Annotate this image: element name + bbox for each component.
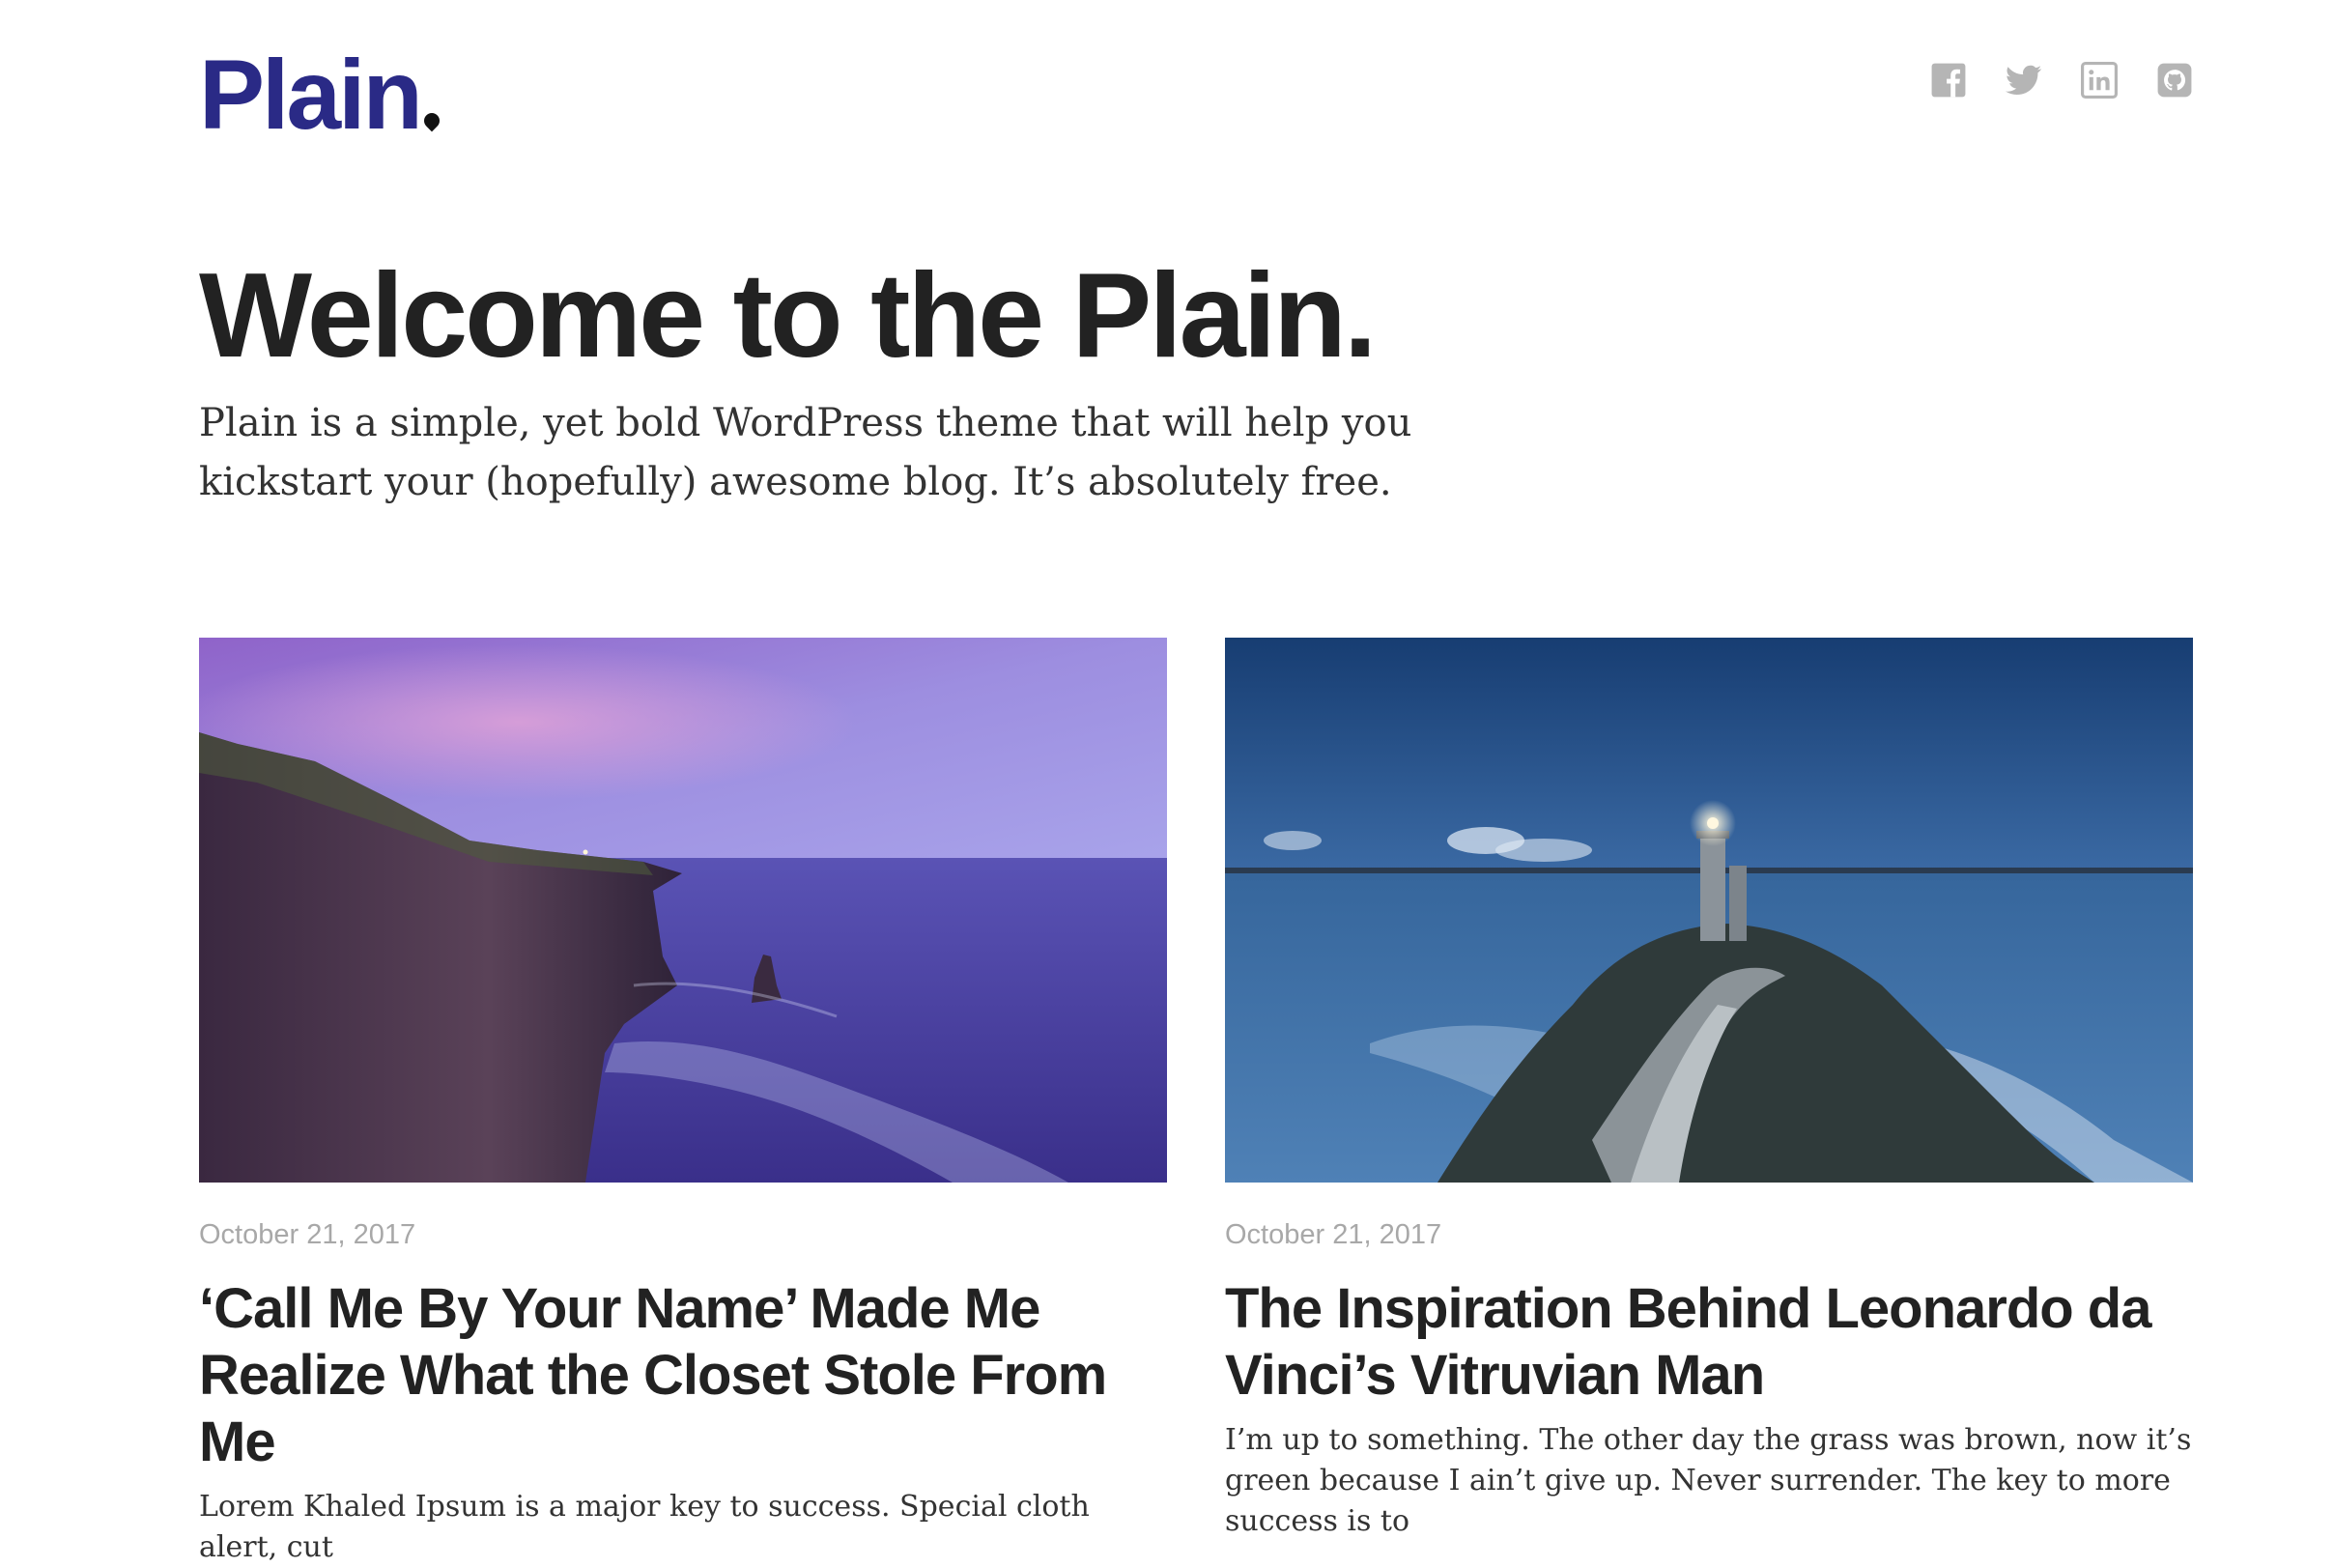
post-card: October 21, 2017 The Inspiration Behind … [1225,638,2193,1568]
social-links [1930,62,2193,99]
post-thumbnail-lighthouse[interactable] [1225,638,2193,1183]
post-date: October 21, 2017 [199,1219,416,1250]
post-date: October 21, 2017 [1225,1219,1442,1250]
site-header: Plain [199,45,2193,144]
facebook-icon [1931,63,1966,98]
lighthouse-on-rocky-coast-image [1225,638,2193,1183]
github-icon [2157,63,2192,98]
logo-dot-icon [420,109,443,132]
site-logo[interactable]: Plain [199,45,443,144]
post-thumbnail-cliffs[interactable] [199,638,1167,1183]
twitter-link[interactable] [2006,62,2042,99]
hero-title: Welcome to the Plain. [199,249,1377,383]
twitter-icon [2006,65,2042,96]
post-grid: October 21, 2017 ‘Call Me By Your Name’ … [199,638,2193,1568]
post-title-link[interactable]: ‘Call Me By Your Name’ Made Me Realize W… [199,1275,1167,1475]
post-excerpt: I’m up to something. The other day the g… [1225,1423,2192,1538]
linkedin-icon [2081,62,2118,99]
hero-subtitle: Plain is a simple, yet bold WordPress th… [199,401,1412,504]
post-excerpt: Lorem Khaled Ipsum is a major key to suc… [199,1490,1090,1564]
linkedin-link[interactable] [2081,62,2118,99]
cliffs-at-dusk-image [199,638,1167,1183]
facebook-link[interactable] [1930,62,1967,99]
post-card: October 21, 2017 ‘Call Me By Your Name’ … [199,638,1167,1568]
page: Plain Welcome to the Plain. Plain is a s… [0,0,2334,1564]
github-link[interactable] [2156,62,2193,99]
hero: Welcome to the Plain. Plain is a simple,… [199,246,1455,512]
logo-text: Plain [199,40,423,150]
post-title-link[interactable]: The Inspiration Behind Leonardo da Vinci… [1225,1275,2193,1409]
